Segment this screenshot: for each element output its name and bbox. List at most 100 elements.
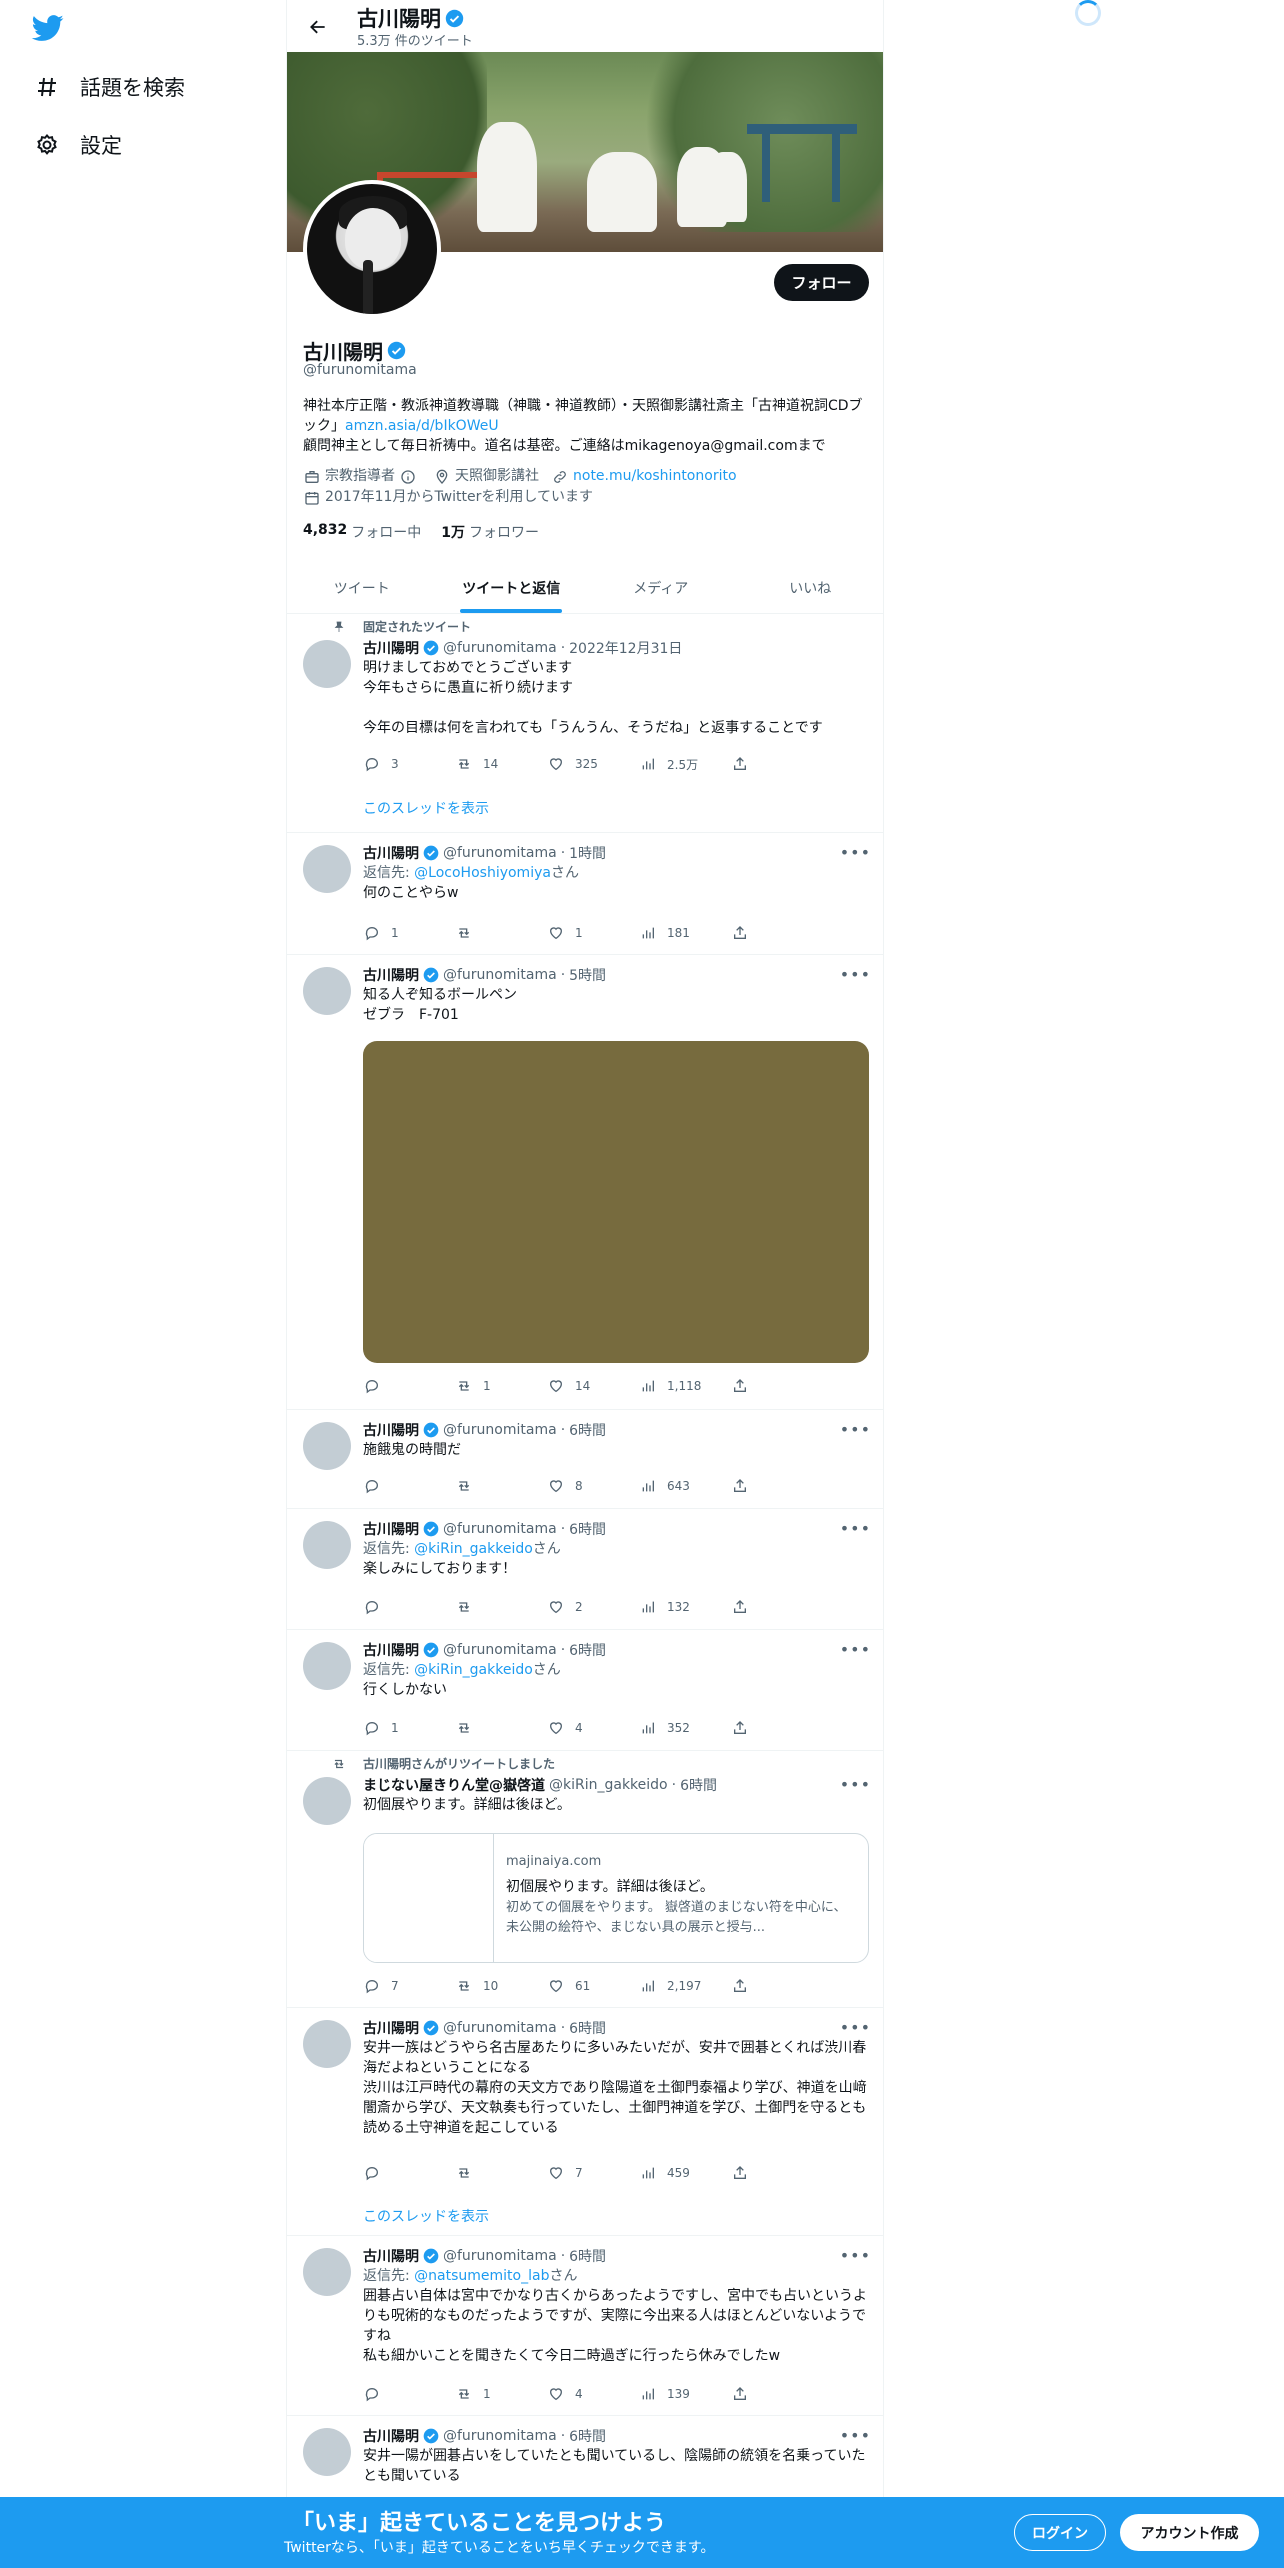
followers-link[interactable]: 1万 フォロワー <box>441 522 539 542</box>
reply-button[interactable] <box>363 1376 455 1396</box>
reply-button[interactable] <box>363 1597 455 1617</box>
tweet-avatar[interactable] <box>303 1642 351 1690</box>
retweet-button[interactable]: 14 <box>455 754 547 774</box>
tweet-time[interactable]: 1時間 <box>569 843 606 863</box>
tweet-time[interactable]: 6時間 <box>569 1640 606 1660</box>
tab-tweets[interactable]: ツイート <box>287 562 437 613</box>
views-button[interactable]: 459 <box>639 2163 731 2183</box>
back-arrow-icon[interactable] <box>301 12 335 42</box>
tweet-handle[interactable]: @furunomitama <box>443 845 557 861</box>
follow-button[interactable]: フォロー <box>774 264 869 301</box>
share-button[interactable] <box>731 1976 771 1996</box>
tweet-author-name[interactable]: 古川陽明 <box>363 1519 419 1539</box>
tweet-time[interactable]: 6時間 <box>569 2426 606 2446</box>
views-button[interactable]: 643 <box>639 1476 731 1496</box>
reply-button[interactable] <box>363 2384 455 2404</box>
like-button[interactable]: 325 <box>547 754 639 774</box>
tweet-reply[interactable]: 古川陽明 @furunomitama · 6時間 ••• 返信先: @kiRin… <box>287 1509 883 1630</box>
website-link[interactable]: note.mu/koshintonorito <box>573 466 737 487</box>
retweet-button[interactable] <box>455 1476 547 1496</box>
reply-button[interactable]: 7 <box>363 1976 455 1996</box>
tweet-avatar[interactable] <box>303 967 351 1015</box>
tweet-handle[interactable]: @furunomitama <box>443 2020 557 2036</box>
retweet-button[interactable] <box>455 1718 547 1738</box>
tweet-avatar[interactable] <box>303 640 351 688</box>
like-button[interactable]: 8 <box>547 1476 639 1496</box>
tweet-avatar[interactable] <box>303 2020 351 2068</box>
reply-button[interactable]: 1 <box>363 923 455 943</box>
profile-avatar[interactable] <box>303 180 441 318</box>
views-button[interactable]: 1,118 <box>639 1376 731 1396</box>
views-button[interactable]: 2,197 <box>639 1976 731 1996</box>
tweet-avatar[interactable] <box>303 1777 351 1825</box>
reply-button[interactable]: 1 <box>363 1718 455 1738</box>
tweet-author-name[interactable]: 古川陽明 <box>363 2018 419 2038</box>
share-button[interactable] <box>731 1718 771 1738</box>
tweet-time[interactable]: 5時間 <box>569 965 606 985</box>
share-button[interactable] <box>731 2384 771 2404</box>
more-options-icon[interactable]: ••• <box>840 2246 871 2265</box>
signup-button[interactable]: アカウント作成 <box>1120 2514 1259 2551</box>
tweet-media-image[interactable] <box>363 1041 869 1363</box>
following-link[interactable]: 4,832 フォロー中 <box>303 522 421 542</box>
twitter-logo-icon[interactable] <box>30 12 66 44</box>
tweet-time[interactable]: 2022年12月31日 <box>569 638 682 658</box>
tweet[interactable]: 古川陽明 @furunomitama · 6時間 ••• 施餓鬼の時間だ 8 6… <box>287 1410 883 1509</box>
tweet-author-name[interactable]: まじない屋きりん堂@嶽啓道 <box>363 1775 545 1795</box>
retweet-button[interactable] <box>455 923 547 943</box>
tweet-time[interactable]: 6時間 <box>569 1519 606 1539</box>
tweet-avatar[interactable] <box>303 1422 351 1470</box>
tweet-avatar[interactable] <box>303 845 351 893</box>
tweet-avatar[interactable] <box>303 2428 351 2476</box>
views-button[interactable]: 352 <box>639 1718 731 1738</box>
share-button[interactable] <box>731 2163 771 2183</box>
tweet-time[interactable]: 6時間 <box>569 1420 606 1440</box>
reply-to-link[interactable]: @kiRin_gakkeido <box>414 1662 533 1678</box>
nav-explore[interactable]: 話題を検索 <box>32 67 185 107</box>
retweet-button[interactable]: 1 <box>455 2384 547 2404</box>
tweet-with-media[interactable]: 古川陽明 @furunomitama · 5時間 ••• 知る人ぞ知るボールペン… <box>287 955 883 1410</box>
reply-to-link[interactable]: @kiRin_gakkeido <box>414 1541 533 1557</box>
tweet-avatar[interactable] <box>303 2248 351 2296</box>
share-button[interactable] <box>731 1476 771 1496</box>
share-button[interactable] <box>731 1597 771 1617</box>
more-options-icon[interactable]: ••• <box>840 2018 871 2037</box>
reply-to-link[interactable]: @LocoHoshiyomiya <box>414 865 551 881</box>
tweet-handle[interactable]: @kiRin_gakkeido <box>549 1777 668 1793</box>
like-button[interactable]: 61 <box>547 1976 639 1996</box>
tweet-handle[interactable]: @furunomitama <box>443 640 557 656</box>
tweet-author-name[interactable]: 古川陽明 <box>363 843 419 863</box>
tweet-handle[interactable]: @furunomitama <box>443 967 557 983</box>
tab-media[interactable]: メディア <box>586 562 736 613</box>
retweet-button[interactable] <box>455 2163 547 2183</box>
info-icon[interactable] <box>399 468 417 486</box>
views-button[interactable]: 139 <box>639 2384 731 2404</box>
retweet-button[interactable]: 1 <box>455 1376 547 1396</box>
tweet-reply[interactable]: 古川陽明 @furunomitama · 1時間 ••• 返信先: @LocoH… <box>287 833 883 955</box>
views-button[interactable]: 2.5万 <box>639 754 731 774</box>
more-options-icon[interactable]: ••• <box>840 1420 871 1439</box>
tweet-retweet[interactable]: 古川陽明さんがリツイートしました まじない屋きりん堂@嶽啓道 @kiRin_ga… <box>287 1751 883 2008</box>
tweet-handle[interactable]: @furunomitama <box>443 2428 557 2444</box>
tweet-reply[interactable]: 古川陽明 @furunomitama · 6時間 ••• 返信先: @kiRin… <box>287 1630 883 1751</box>
tweet-handle[interactable]: @furunomitama <box>443 1521 557 1537</box>
more-options-icon[interactable]: ••• <box>840 2426 871 2445</box>
more-options-icon[interactable]: ••• <box>840 1775 871 1794</box>
reply-button[interactable] <box>363 2163 455 2183</box>
login-button[interactable]: ログイン <box>1014 2514 1106 2551</box>
like-button[interactable]: 14 <box>547 1376 639 1396</box>
like-button[interactable]: 2 <box>547 1597 639 1617</box>
like-button[interactable]: 4 <box>547 2384 639 2404</box>
tweet-thread[interactable]: 古川陽明 @furunomitama · 6時間 ••• 安井一族はどうやら名古… <box>287 2008 883 2236</box>
tweet-author-name[interactable]: 古川陽明 <box>363 1640 419 1660</box>
nav-settings[interactable]: 設定 <box>32 125 122 165</box>
tweet-author-name[interactable]: 古川陽明 <box>363 2246 419 2266</box>
tweet-handle[interactable]: @furunomitama <box>443 1422 557 1438</box>
retweet-button[interactable]: 10 <box>455 1976 547 1996</box>
like-button[interactable]: 1 <box>547 923 639 943</box>
tweet-handle[interactable]: @furunomitama <box>443 2248 557 2264</box>
share-button[interactable] <box>731 923 771 943</box>
show-thread-link[interactable]: このスレッドを表示 <box>363 2206 489 2226</box>
views-button[interactable]: 181 <box>639 923 731 943</box>
show-thread-link[interactable]: このスレッドを表示 <box>363 798 489 818</box>
